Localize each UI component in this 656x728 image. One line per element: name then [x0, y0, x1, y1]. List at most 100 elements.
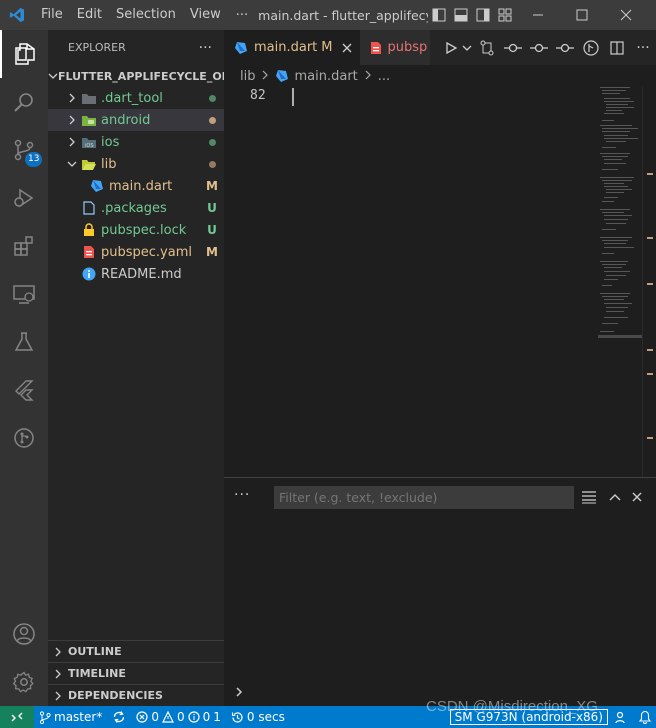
dot-icon[interactable] [526, 30, 552, 65]
dependencies-section-header[interactable]: DEPENDENCIES [48, 684, 224, 706]
git-status-badge: U [207, 201, 217, 215]
chevron-right-icon [64, 93, 80, 103]
extensions-icon[interactable] [0, 222, 48, 270]
tree-item-readme[interactable]: README.md [48, 263, 224, 285]
git-branch[interactable]: master* [34, 710, 107, 724]
scroll-marker [647, 349, 653, 351]
tree-item-main-dart[interactable]: main.dart M [48, 175, 224, 197]
tree-item-packages[interactable]: .packages U [48, 197, 224, 219]
tree-item-lib[interactable]: lib [48, 153, 224, 175]
filter-list-icon[interactable] [578, 486, 600, 508]
customize-layout-icon[interactable] [494, 0, 516, 30]
error-count: 0 [151, 710, 159, 724]
activity-bar: 13 [0, 30, 48, 706]
flutter-inspector-icon[interactable] [578, 30, 604, 65]
remote-explorer-icon[interactable] [0, 270, 48, 318]
menu-file[interactable]: File [34, 0, 70, 30]
dart-file-icon [88, 178, 106, 194]
vertical-scrollbar[interactable] [642, 87, 656, 477]
menu-view[interactable]: View [183, 0, 228, 30]
dot-prev-icon[interactable] [500, 30, 526, 65]
scroll-marker [647, 437, 653, 439]
watermark: CSDN @Misdirection_XG [426, 698, 598, 715]
timeline-section-header[interactable]: TIMELINE [48, 662, 224, 684]
minimap[interactable] [598, 87, 642, 477]
feedback-icon[interactable] [610, 710, 634, 724]
close-tab-icon[interactable] [342, 43, 352, 53]
breadcrumb-item-lib[interactable]: lib [240, 69, 255, 84]
tree-item-dart-tool[interactable]: .dart_tool [48, 87, 224, 109]
tree-item-label: README.md [101, 266, 182, 282]
project-folder-header[interactable]: FLUTTER_APPLIFECYCLE_OR... [48, 65, 224, 87]
menu-selection[interactable]: Selection [109, 0, 183, 30]
close-window-icon[interactable] [604, 0, 648, 30]
toggle-panel-icon[interactable] [450, 0, 472, 30]
breadcrumb-item-symbols[interactable]: ... [378, 69, 390, 84]
tree-item-label: ios [101, 134, 120, 150]
menu-more-button[interactable]: ··· [228, 8, 256, 23]
split-editor-icon[interactable] [604, 30, 630, 65]
explorer-sidebar: EXPLORER ··· FLUTTER_APPLIFECYCLE_OR... … [48, 30, 224, 706]
chevron-right-icon [364, 69, 372, 84]
maximize-icon[interactable] [560, 0, 604, 30]
tree-item-android[interactable]: android [48, 109, 224, 131]
tree-item-ios[interactable]: iOS ios [48, 131, 224, 153]
tab-main-dart[interactable]: main.dart M [224, 30, 360, 65]
tab-modified-badge: M [321, 40, 333, 55]
chevron-down-icon[interactable] [460, 30, 474, 65]
remote-indicator-icon[interactable] [0, 706, 34, 728]
outline-label: OUTLINE [68, 645, 122, 658]
breadcrumb-item-main-dart[interactable]: main.dart [294, 69, 357, 84]
lock-icon [80, 222, 98, 238]
ios-folder-icon: iOS [80, 134, 98, 150]
chevron-right-icon [48, 691, 68, 701]
bottom-panel: ··· [224, 477, 656, 706]
scroll-marker [647, 283, 653, 285]
chevron-down-icon [48, 71, 58, 81]
text-cursor [292, 88, 294, 106]
testing-icon[interactable] [0, 318, 48, 366]
toggle-sidebar-icon[interactable] [428, 0, 450, 30]
tab-pubspec[interactable]: pubsp [359, 30, 430, 65]
search-icon[interactable] [0, 78, 48, 126]
maximize-panel-icon[interactable] [604, 486, 626, 508]
manage-gear-icon[interactable] [0, 658, 48, 706]
minimize-icon[interactable] [516, 0, 560, 30]
outline-section-header[interactable]: OUTLINE [48, 640, 224, 662]
tab-label: main.dart [254, 40, 318, 55]
notifications-bell-icon[interactable] [634, 710, 656, 724]
warning-icon [161, 711, 174, 723]
run-icon[interactable] [442, 30, 460, 65]
vscode-logo-icon [0, 0, 34, 30]
explorer-icon[interactable] [0, 30, 48, 78]
compare-icon[interactable] [474, 30, 500, 65]
code-editor[interactable]: 82 [224, 87, 656, 477]
git-graph-icon[interactable] [0, 414, 48, 462]
problems-indicator[interactable]: 0 0 0 1 [131, 710, 226, 724]
info-count: 0 [202, 710, 211, 724]
explorer-header: EXPLORER ··· [48, 30, 224, 65]
timer-indicator[interactable]: 0 secs [226, 710, 290, 724]
tree-item-pubspec-yaml[interactable]: pubspec.yaml M [48, 241, 224, 263]
run-debug-icon[interactable] [0, 174, 48, 222]
history-icon [231, 711, 243, 723]
toggle-secondary-sidebar-icon[interactable] [472, 0, 494, 30]
tree-item-label: android [101, 112, 151, 128]
close-panel-icon[interactable] [626, 486, 648, 508]
sync-icon[interactable] [107, 710, 131, 724]
svg-text:iOS: iOS [85, 143, 94, 149]
source-control-icon[interactable]: 13 [0, 126, 48, 174]
panel-more-button[interactable]: ··· [234, 487, 250, 503]
window-title: main.dart - flutter_applifecyc... [258, 7, 428, 23]
tree-item-pubspec-lock[interactable]: pubspec.lock U [48, 219, 224, 241]
menu-edit[interactable]: Edit [70, 0, 109, 30]
dot-next-icon[interactable] [552, 30, 578, 65]
filter-input[interactable] [274, 486, 574, 509]
more-actions-icon[interactable]: ··· [630, 30, 656, 65]
folder-icon [80, 90, 98, 106]
flutter-icon[interactable] [0, 366, 48, 414]
explorer-more-actions-button[interactable]: ··· [199, 40, 212, 56]
account-icon[interactable] [0, 610, 48, 658]
chevron-right-icon [48, 647, 68, 657]
chevron-right-icon [64, 115, 80, 125]
